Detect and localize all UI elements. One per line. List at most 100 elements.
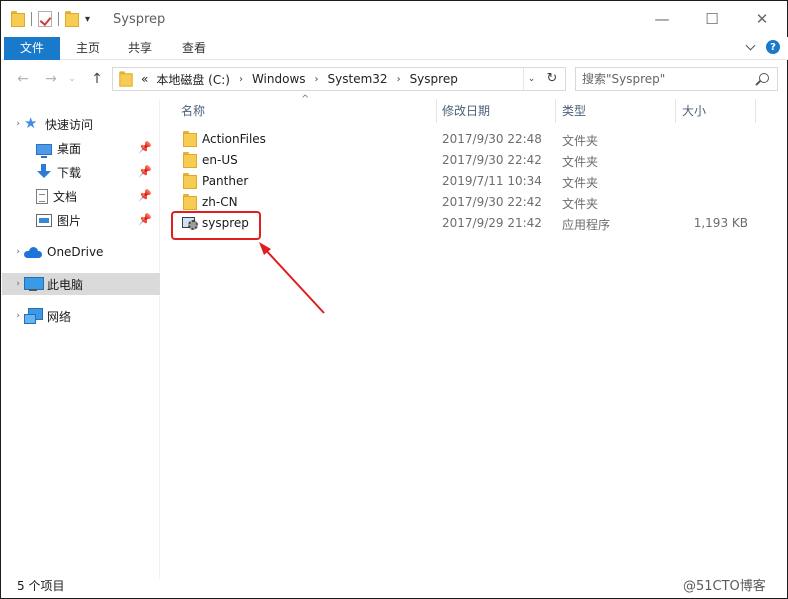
sidebar-item-quick-access[interactable]: › 快速访问 [2,113,160,135]
folder-icon [183,131,197,147]
highlight-box [171,211,261,240]
explorer-window: ▾ Sysprep — ☐ ✕ 文件 主页 共享 查看 ? ← → ⌄ ↑ « … [0,0,788,599]
sidebar-item-label: 此电脑 [47,277,84,292]
column-header-name[interactable]: 名称 [175,99,437,123]
cloud-icon [24,246,42,258]
network-icon [24,308,43,324]
file-date: 2017/9/30 22:42 [442,153,542,167]
back-arrow-icon[interactable]: ← [14,69,32,89]
folder-icon [183,194,197,210]
customize-toolbar-dropdown-icon[interactable]: ▾ [85,14,90,25]
breadcrumb-sysprep[interactable]: Sysprep [410,72,458,86]
file-date: 2017/9/29 21:42 [442,216,542,230]
file-name: Panther [202,174,249,188]
title-bar: ▾ Sysprep — ☐ ✕ [1,1,787,37]
file-date: 2017/9/30 22:42 [442,195,542,209]
folder-icon [183,152,197,168]
properties-icon[interactable] [38,11,52,27]
file-date: 2017/9/30 22:48 [442,132,542,146]
file-date: 2019/7/11 10:34 [442,174,542,188]
column-headers: ^ 名称 修改日期 类型 大小 [161,94,787,123]
file-row-sysprep[interactable]: sysprep 2017/9/29 21:42 应用程序 1,193 KB [175,213,775,234]
toolbar-divider [31,12,32,26]
watermark: @51CTO博客 [683,575,766,594]
folder-icon [183,173,197,189]
expand-chevron-icon[interactable]: › [2,311,24,321]
desktop-icon [36,143,52,158]
tab-file[interactable]: 文件 [4,37,60,60]
file-row-panther[interactable]: Panther 2019/7/11 10:34 文件夹 [175,171,775,192]
pin-icon[interactable]: 📌 [138,213,152,226]
breadcrumb-system32[interactable]: System32 [328,72,388,86]
close-button[interactable]: ✕ [737,1,787,37]
pin-icon[interactable]: 📌 [138,141,152,154]
window-title: Sysprep [113,12,166,27]
up-arrow-icon[interactable]: ↑ [88,69,106,89]
recent-locations-chevron-icon[interactable]: ⌄ [66,69,78,89]
address-bar[interactable]: « 本地磁盘 (C:) › Windows › System32 › Syspr… [112,67,566,91]
sidebar-item-pictures[interactable]: 图片 📌 [2,209,160,231]
window-controls: — ☐ ✕ [637,1,787,37]
file-type: 应用程序 [562,218,611,232]
file-type: 文件夹 [562,197,599,211]
new-folder-icon[interactable] [65,11,79,27]
pc-icon [24,277,44,291]
download-icon [36,164,52,180]
ribbon-right-controls: ? [745,40,780,54]
file-name: en-US [202,153,238,167]
file-row-zh-cn[interactable]: zh-CN 2017/9/30 22:42 文件夹 [175,192,775,213]
navigation-pane: › 快速访问 桌面 📌 下载 📌 文档 📌 图片 📌 [2,99,160,579]
maximize-button[interactable]: ☐ [687,1,737,37]
tab-home[interactable]: 主页 [68,37,108,60]
sidebar-item-label: OneDrive [47,245,104,259]
sidebar-item-network[interactable]: › 网络 [2,305,160,327]
breadcrumb-separator[interactable]: › [315,74,319,85]
column-header-date[interactable]: 修改日期 [436,99,556,123]
address-dropdown-icon[interactable]: ⌄ [523,68,539,90]
breadcrumb-separator[interactable]: › [397,74,401,85]
expand-ribbon-chevron-icon[interactable] [745,40,756,50]
status-item-count: 5 个项目 [17,579,65,593]
expand-chevron-icon[interactable]: › [2,119,24,129]
sidebar-item-this-pc[interactable]: › 此电脑 [2,273,160,295]
column-header-type[interactable]: 类型 [556,99,676,123]
file-row-en-us[interactable]: en-US 2017/9/30 22:42 文件夹 [175,150,775,171]
forward-arrow-icon[interactable]: → [42,69,60,89]
search-input[interactable] [582,70,752,88]
sidebar-item-label: 下载 [57,165,82,180]
expand-chevron-icon[interactable]: › [2,279,24,289]
pin-icon[interactable]: 📌 [138,189,152,202]
tab-share[interactable]: 共享 [120,37,160,60]
sidebar-item-label: 文档 [53,189,78,204]
search-box [575,67,778,91]
sidebar-item-onedrive[interactable]: › OneDrive [2,241,160,263]
tab-view[interactable]: 查看 [174,37,214,60]
folder-icon[interactable] [11,11,25,27]
sidebar-item-label: 快速访问 [45,117,94,132]
help-icon[interactable]: ? [766,40,780,54]
breadcrumb-overflow[interactable]: « [141,72,148,86]
column-header-size[interactable]: 大小 [676,99,756,123]
file-row-actionfiles[interactable]: ActionFiles 2017/9/30 22:48 文件夹 [175,129,775,150]
expand-chevron-icon[interactable]: › [2,247,24,257]
sidebar-item-label: 图片 [57,213,82,228]
file-size: 1,193 KB [693,216,748,230]
sidebar-item-desktop[interactable]: 桌面 📌 [2,137,160,159]
breadcrumb-local-disk[interactable]: 本地磁盘 (C:) [156,71,230,88]
breadcrumb-windows[interactable]: Windows [252,72,306,86]
file-type: 文件夹 [562,176,599,190]
search-icon[interactable] [759,73,769,83]
toolbar-divider [58,12,59,26]
refresh-icon[interactable]: ↻ [543,68,561,90]
file-type: 文件夹 [562,134,599,148]
sidebar-item-documents[interactable]: 文档 📌 [2,185,160,207]
breadcrumb-separator[interactable]: › [239,74,243,85]
minimize-button[interactable]: — [637,1,687,37]
folder-icon [119,71,133,87]
sidebar-item-downloads[interactable]: 下载 📌 [2,161,160,183]
sidebar-item-label: 桌面 [57,141,82,156]
ribbon-tabs: 文件 主页 共享 查看 ? [2,37,788,60]
navigation-bar: ← → ⌄ ↑ « 本地磁盘 (C:) › Windows › System32… [2,65,788,93]
pin-icon[interactable]: 📌 [138,165,152,178]
file-name: ActionFiles [202,132,266,146]
